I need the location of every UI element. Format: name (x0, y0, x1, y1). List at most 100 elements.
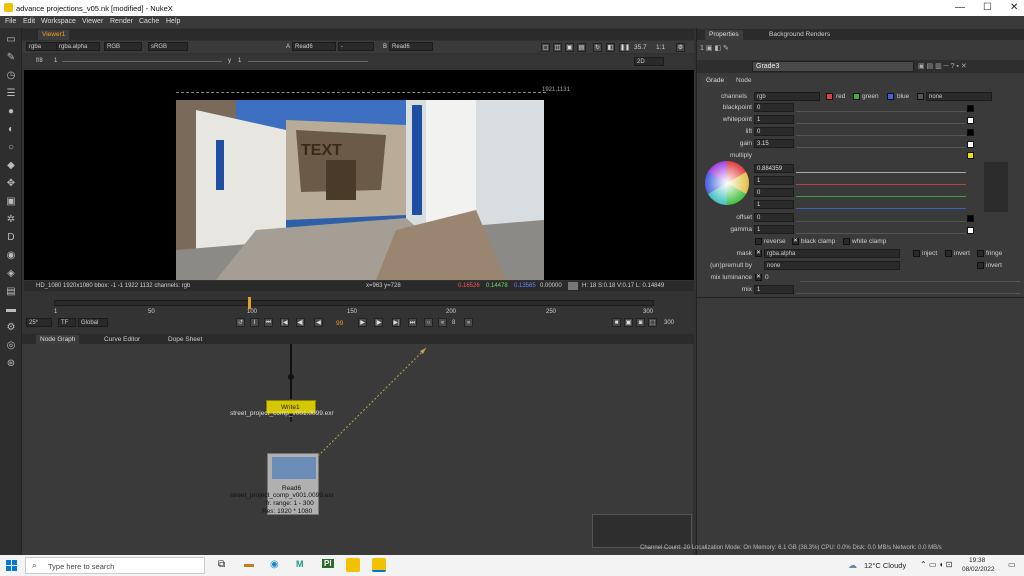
notification-icon[interactable]: ▭ (1008, 560, 1016, 569)
scope-dropdown[interactable]: Global (78, 318, 108, 327)
time-tool-icon[interactable]: ◷ (5, 70, 17, 82)
gamma-slider-prop[interactable] (796, 225, 966, 234)
mix-input[interactable]: 1 (754, 285, 794, 294)
b-input-dropdown[interactable]: Read6 (389, 42, 433, 51)
blackpoint-slider[interactable] (796, 103, 966, 112)
capture-icon[interactable]: ◙ (636, 318, 645, 327)
wipe-icon[interactable]: ◫ (553, 43, 562, 52)
tab-background-renders[interactable]: Background Renders (765, 30, 834, 40)
green-check[interactable] (853, 93, 860, 100)
lut-dropdown[interactable]: sRGB (148, 42, 188, 51)
gamma-input[interactable]: 1 (754, 225, 794, 234)
prev-key-icon[interactable]: |◀ (280, 318, 289, 327)
multiply-swatch[interactable] (967, 152, 974, 159)
white-clamp-check[interactable] (843, 238, 850, 245)
mask-invert-check[interactable] (945, 250, 952, 257)
taskbar-search-box[interactable]: ⌕ Type here to search (25, 557, 205, 574)
skip-back-icon[interactable]: « (438, 318, 447, 327)
extra-channel-dropdown[interactable]: none (926, 92, 992, 101)
filter-tool-icon[interactable]: ◐ (5, 124, 17, 136)
menu-edit[interactable]: Edit (23, 18, 35, 25)
particles-tool-icon[interactable]: ✲ (5, 214, 17, 226)
multiply-blue-slider[interactable] (796, 200, 966, 209)
play-forward-icon[interactable]: ▶ (358, 318, 367, 327)
gain-swatch[interactable] (967, 141, 974, 148)
merge-tool-icon[interactable]: ◆ (5, 160, 17, 172)
menu-help[interactable]: Help (166, 18, 180, 25)
pencil-icon[interactable]: ✎ (723, 45, 729, 52)
image-tool-icon[interactable]: ▭ (5, 34, 17, 46)
offset-slider[interactable] (796, 213, 966, 222)
multiply-blue-input[interactable]: 1 (754, 200, 794, 209)
views-tool-icon[interactable]: ◉ (5, 250, 17, 262)
last-frame-icon[interactable]: ⏭ (408, 318, 417, 327)
gain-input[interactable]: 3.15 (754, 139, 794, 148)
whitepoint-swatch[interactable] (967, 117, 974, 124)
downscale-icon[interactable]: ▤ (577, 43, 586, 52)
blackpoint-swatch[interactable] (967, 105, 974, 112)
viewer-settings-icon[interactable]: ⚙ (676, 43, 685, 52)
clock-date[interactable]: 08/02/2022 (962, 566, 995, 573)
color-tool-icon[interactable]: ● (5, 106, 17, 118)
nuke-taskbar-icon-1[interactable] (346, 558, 360, 572)
step-back-icon[interactable]: ◀| (296, 318, 305, 327)
zoom-ratio[interactable]: 1:1 (656, 44, 665, 51)
proxy-icon[interactable]: ▣ (565, 43, 574, 52)
color-wheel[interactable] (704, 160, 750, 206)
windows-start-icon[interactable] (6, 560, 17, 571)
tab-node[interactable]: Node (732, 76, 756, 86)
whitepoint-input[interactable]: 1 (754, 115, 794, 124)
gamma-swatch[interactable] (967, 227, 974, 234)
node-graph-minimap[interactable] (592, 514, 692, 548)
loop-icon[interactable]: ↺ (236, 318, 245, 327)
other-tool-icon[interactable]: ▬ (5, 304, 17, 316)
multiply-master-input[interactable]: 0.884359 (754, 164, 794, 173)
fps-dropdown[interactable]: 25* (26, 318, 52, 327)
max-panels-icon[interactable]: 1 (700, 45, 704, 52)
blue-check[interactable] (887, 93, 894, 100)
gain-slider[interactable] (62, 61, 222, 62)
plugin-tool-icon[interactable]: ⊛ (5, 358, 17, 370)
minimize-button[interactable]: — (955, 2, 965, 13)
lift-input[interactable]: 0 (754, 127, 794, 136)
roi-icon[interactable]: ▢ (541, 43, 550, 52)
lift-slider[interactable] (796, 127, 966, 136)
mix-luminance-value[interactable]: 0 (765, 274, 769, 281)
edge-icon[interactable]: ◉ (270, 559, 279, 570)
fullscreen-icon[interactable]: ⬚ (648, 318, 657, 327)
grade-channels-dropdown[interactable]: rgb (754, 92, 820, 101)
maximize-button[interactable]: ☐ (983, 2, 992, 13)
pl-app-icon[interactable]: Pl (322, 559, 334, 568)
nuke-taskbar-icon-2[interactable] (372, 558, 386, 572)
first-frame-icon[interactable]: ⏮ (264, 318, 273, 327)
timeline-ruler[interactable] (54, 300, 654, 306)
color-sliders-box[interactable] (984, 162, 1008, 212)
play-back-icon[interactable]: ◀ (314, 318, 323, 327)
float-icon[interactable]: ◧ (714, 45, 721, 52)
menu-cache[interactable]: Cache (139, 18, 159, 25)
offset-swatch[interactable] (967, 215, 974, 222)
3d-tool-icon[interactable]: ▣ (5, 196, 17, 208)
menu-render[interactable]: Render (110, 18, 133, 25)
tab-viewer1[interactable]: Viewer1 (38, 30, 70, 40)
multiply-green-input[interactable]: 0 (754, 188, 794, 197)
mix-luminance-check[interactable]: ✕ (755, 274, 762, 281)
operation-dropdown[interactable]: - (338, 42, 374, 51)
multiply-master-slider[interactable] (796, 164, 966, 173)
m-app-icon[interactable]: M (296, 559, 304, 569)
in-point-icon[interactable]: I (250, 318, 259, 327)
deep-tool-icon[interactable]: D (5, 232, 17, 244)
mask-dropdown[interactable]: rgba.alpha (764, 249, 900, 258)
step-forward-icon[interactable]: |▶ (374, 318, 383, 327)
multiply-green-slider[interactable] (796, 188, 966, 197)
lift-swatch[interactable] (967, 129, 974, 136)
tf-dropdown[interactable]: TF (58, 318, 76, 327)
task-view-icon[interactable]: ⧉ (218, 559, 225, 570)
fringe-check[interactable] (977, 250, 984, 257)
frame-step[interactable]: 8 (452, 320, 455, 326)
cara-tool-icon[interactable]: ◎ (5, 340, 17, 352)
menu-workspace[interactable]: Workspace (41, 18, 76, 25)
tab-properties[interactable]: Properties (705, 30, 743, 40)
tray-icons[interactable]: ⌃ ▭ ◖ ⊡ (920, 560, 952, 569)
whitepoint-slider[interactable] (796, 115, 966, 124)
